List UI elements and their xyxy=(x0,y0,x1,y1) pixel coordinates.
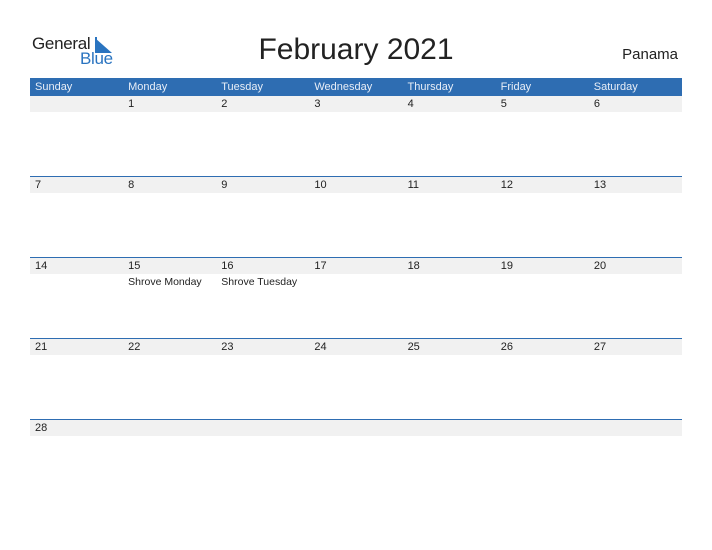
day-number: 27 xyxy=(593,341,607,353)
day-cell: 27 xyxy=(589,339,682,419)
day-cell xyxy=(30,96,123,176)
day-number: 23 xyxy=(221,341,234,353)
week-row: 1 2 3 4 5 6 xyxy=(30,96,682,177)
weekday-saturday: Saturday xyxy=(593,81,638,93)
day-cell: 20 xyxy=(589,258,682,338)
day-number: 17 xyxy=(314,260,327,272)
day-cell: 13 xyxy=(589,177,682,257)
calendar-title: February 2021 xyxy=(258,33,454,66)
day-cell: 17 xyxy=(309,258,402,338)
day-cell: 10 xyxy=(309,177,402,257)
day-number: 14 xyxy=(35,260,48,272)
day-cell: 26 xyxy=(496,339,589,419)
week-row: 7 8 9 10 11 12 13 xyxy=(30,176,682,258)
day-cell: 6 xyxy=(589,96,682,176)
day-number: 18 xyxy=(407,260,420,272)
day-cell: 1 xyxy=(123,96,216,176)
day-cell: 23 xyxy=(216,339,309,419)
day-number: 22 xyxy=(128,341,141,353)
day-number: 15 xyxy=(128,260,141,272)
day-cell: 19 xyxy=(496,258,589,338)
day-number: 12 xyxy=(500,179,513,191)
day-cell: 2 xyxy=(216,96,309,176)
week-row: 14 15 Shrove Monday 16 Shrove Tuesday 17 18 19 2… xyxy=(30,257,682,339)
day-number: 7 xyxy=(35,179,42,191)
weekday-monday: Monday xyxy=(128,81,168,93)
weekday-header: Sunday Monday Tuesday Wednesday Thursday… xyxy=(30,78,682,96)
day-number: 5 xyxy=(500,98,507,110)
day-cell: 22 xyxy=(123,339,216,419)
day-number: 9 xyxy=(221,179,228,191)
day-cell: 28 xyxy=(30,420,123,500)
day-cell: 14 xyxy=(30,258,123,338)
day-number: 10 xyxy=(314,179,327,191)
country-label: Panama xyxy=(622,46,678,63)
weekday-wednesday: Wednesday xyxy=(314,81,373,93)
week-row: 21 22 23 24 25 26 27 xyxy=(30,338,682,420)
day-number: 13 xyxy=(593,179,607,191)
day-cell: 8 xyxy=(123,177,216,257)
holiday-label: Shrove Monday xyxy=(128,276,202,288)
day-cell: 5 xyxy=(496,96,589,176)
day-number: 1 xyxy=(128,98,135,110)
day-number: 8 xyxy=(128,179,135,191)
day-cell: 9 xyxy=(216,177,309,257)
day-number: 20 xyxy=(593,260,607,272)
day-number: 25 xyxy=(407,341,420,353)
date-strip xyxy=(30,420,682,436)
day-cell: 21 xyxy=(30,339,123,419)
day-cell: 11 xyxy=(403,177,496,257)
day-number: 4 xyxy=(407,98,414,110)
day-cell: 15 Shrove Monday xyxy=(123,258,216,338)
day-cell: 16 Shrove Tuesday xyxy=(216,258,309,338)
day-number: 24 xyxy=(314,341,327,353)
day-number: 26 xyxy=(500,341,513,353)
weekday-sunday: Sunday xyxy=(35,81,73,93)
day-cell: 7 xyxy=(30,177,123,257)
day-cell: 18 xyxy=(403,258,496,338)
week-row: 28 xyxy=(30,419,682,501)
weekday-friday: Friday xyxy=(500,81,532,93)
day-cell: 3 xyxy=(309,96,402,176)
day-number: 3 xyxy=(314,98,321,110)
day-cell: 4 xyxy=(403,96,496,176)
holiday-label: Shrove Tuesday xyxy=(221,276,298,288)
weekday-tuesday: Tuesday xyxy=(221,81,264,93)
day-cell: 24 xyxy=(309,339,402,419)
day-number: 19 xyxy=(500,260,513,272)
weekday-thursday: Thursday xyxy=(407,81,454,93)
day-cell: 25 xyxy=(403,339,496,419)
day-number: 2 xyxy=(221,98,228,110)
day-number: 11 xyxy=(407,179,419,191)
day-number: 21 xyxy=(35,341,48,353)
day-number: 16 xyxy=(221,260,234,272)
day-number: 28 xyxy=(35,422,48,434)
day-number: 6 xyxy=(593,98,600,110)
day-cell: 12 xyxy=(496,177,589,257)
